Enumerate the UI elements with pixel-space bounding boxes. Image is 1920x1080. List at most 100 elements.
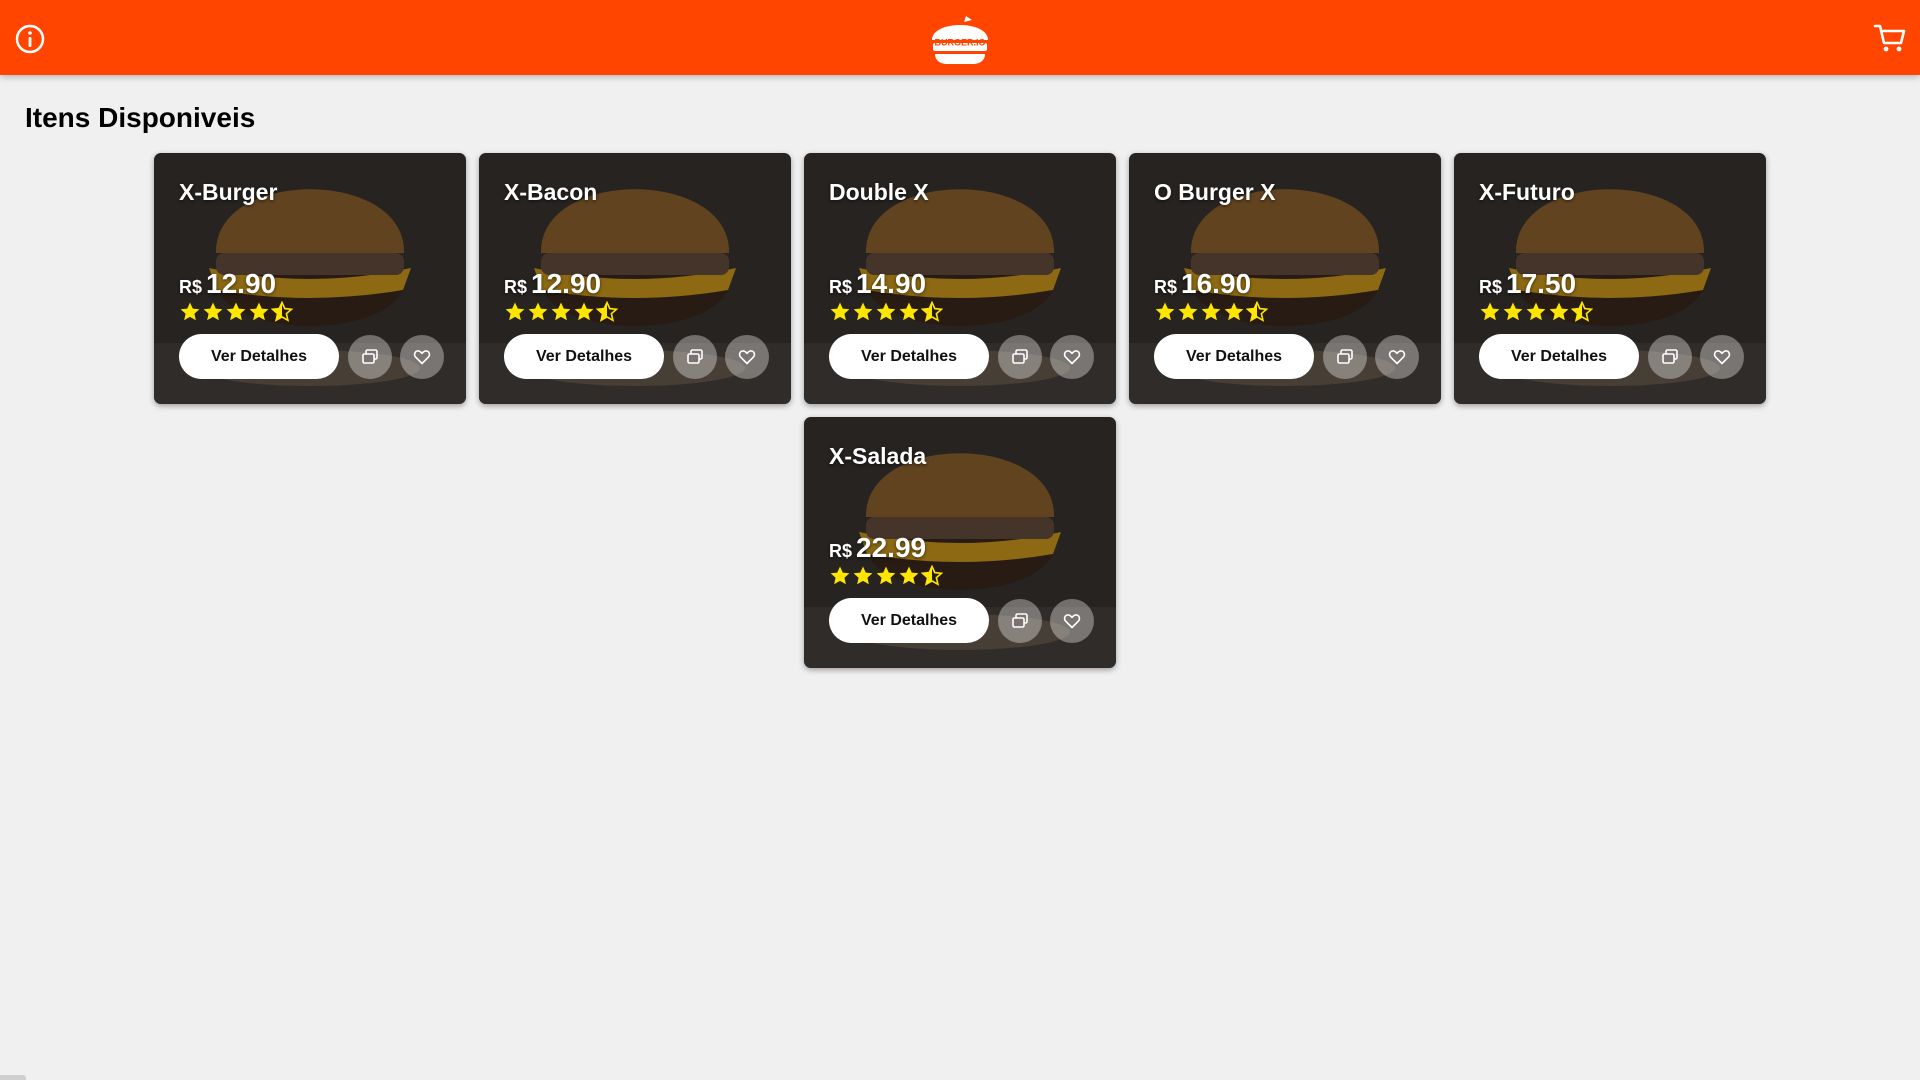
- top-bar: BURGER.IO: [0, 0, 1920, 75]
- compare-button[interactable]: [1648, 335, 1692, 379]
- favorite-button[interactable]: [1700, 335, 1744, 379]
- view-details-button[interactable]: Ver Detalhes: [1154, 334, 1314, 379]
- star-half-icon: [271, 301, 293, 322]
- star-full-icon: [226, 302, 246, 321]
- price-amount: 22.99: [856, 532, 927, 563]
- compare-button[interactable]: [348, 335, 392, 379]
- heart-icon: [413, 350, 431, 365]
- favorite-button[interactable]: [1050, 599, 1094, 643]
- svg-text:BURGER.IO: BURGER.IO: [934, 38, 985, 48]
- product-name: X-Salada: [829, 443, 927, 469]
- product-card[interactable]: O Burger X R$ 16.90 Ver Detalhes: [1129, 153, 1441, 404]
- product-price: R$ 16.90: [1154, 268, 1251, 300]
- star-full-icon: [1549, 302, 1569, 321]
- compare-button[interactable]: [998, 599, 1042, 643]
- rating-stars: [179, 301, 293, 323]
- compare-button[interactable]: [998, 335, 1042, 379]
- product-card[interactable]: X-Burger R$ 12.90 Ver Detalhes: [154, 153, 466, 404]
- product-name: O Burger X: [1154, 179, 1276, 205]
- info-icon: [15, 24, 45, 54]
- product-name: Double X: [829, 179, 929, 205]
- star-half-icon: [1571, 301, 1593, 322]
- rating-stars: [504, 301, 618, 323]
- product-price: R$ 22.99: [829, 532, 926, 564]
- favorite-button[interactable]: [400, 335, 444, 379]
- price-amount: 17.50: [1506, 268, 1577, 299]
- star-full-icon: [853, 302, 873, 321]
- compare-icon: [1662, 349, 1678, 364]
- view-details-button[interactable]: Ver Detalhes: [829, 598, 989, 643]
- heart-icon: [738, 350, 756, 365]
- product-card[interactable]: Double X R$ 14.90 Ver Detalhes: [804, 153, 1116, 404]
- product-grid: X-Burger R$ 12.90 Ver Detalhes X-Bacon R$ 12.9…: [154, 153, 1766, 668]
- heart-icon: [1713, 350, 1731, 365]
- compare-icon: [1012, 349, 1028, 364]
- rating-stars: [829, 301, 943, 323]
- price-amount: 14.90: [856, 268, 927, 299]
- favorite-button[interactable]: [725, 335, 769, 379]
- cart-icon: [1873, 24, 1906, 52]
- star-full-icon: [249, 302, 269, 321]
- price-amount: 16.90: [1181, 268, 1252, 299]
- compare-icon: [1012, 613, 1028, 628]
- star-full-icon: [1503, 302, 1523, 321]
- star-half-icon: [596, 301, 618, 322]
- product-card[interactable]: X-Futuro R$ 17.50 Ver Detalhes: [1454, 153, 1766, 404]
- product-card[interactable]: X-Bacon R$ 12.90 Ver Detalhes: [479, 153, 791, 404]
- product-name: X-Burger: [179, 179, 278, 205]
- star-full-icon: [180, 302, 200, 321]
- product-card[interactable]: X-Salada R$ 22.99 Ver Detalhes: [804, 417, 1116, 668]
- star-full-icon: [899, 302, 919, 321]
- product-name: X-Futuro: [1479, 179, 1575, 205]
- scrollbar-thumb[interactable]: [0, 1075, 26, 1080]
- star-full-icon: [899, 566, 919, 585]
- view-details-button[interactable]: Ver Detalhes: [504, 334, 664, 379]
- rating-stars: [1479, 301, 1593, 323]
- star-full-icon: [1201, 302, 1221, 321]
- favorite-button[interactable]: [1375, 335, 1419, 379]
- product-price: R$ 17.50: [1479, 268, 1576, 300]
- compare-button[interactable]: [1323, 335, 1367, 379]
- star-full-icon: [1526, 302, 1546, 321]
- brand-logo[interactable]: BURGER.IO: [926, 10, 994, 66]
- star-full-icon: [1480, 302, 1500, 321]
- product-price: R$ 14.90: [829, 268, 926, 300]
- favorite-button[interactable]: [1050, 335, 1094, 379]
- star-half-icon: [921, 565, 943, 586]
- price-currency: R$: [1154, 277, 1178, 297]
- compare-icon: [1337, 349, 1353, 364]
- compare-icon: [687, 349, 703, 364]
- page-title: Itens Disponiveis: [25, 102, 256, 133]
- view-details-button[interactable]: Ver Detalhes: [1479, 334, 1639, 379]
- product-price: R$ 12.90: [504, 268, 601, 300]
- star-half-icon: [921, 301, 943, 322]
- price-amount: 12.90: [206, 268, 277, 299]
- star-full-icon: [1178, 302, 1198, 321]
- price-amount: 12.90: [531, 268, 602, 299]
- price-currency: R$: [829, 541, 853, 561]
- star-full-icon: [203, 302, 223, 321]
- product-price: R$ 12.90: [179, 268, 276, 300]
- cart-button[interactable]: [1872, 20, 1908, 56]
- star-full-icon: [574, 302, 594, 321]
- star-half-icon: [1246, 301, 1268, 322]
- heart-icon: [1063, 614, 1081, 629]
- view-details-button[interactable]: Ver Detalhes: [179, 334, 339, 379]
- compare-icon: [362, 349, 378, 364]
- heart-icon: [1063, 350, 1081, 365]
- price-currency: R$: [504, 277, 528, 297]
- star-full-icon: [528, 302, 548, 321]
- view-details-button[interactable]: Ver Detalhes: [829, 334, 989, 379]
- star-full-icon: [1155, 302, 1175, 321]
- price-currency: R$: [1479, 277, 1503, 297]
- info-button[interactable]: [13, 22, 47, 56]
- compare-button[interactable]: [673, 335, 717, 379]
- heart-icon: [1388, 350, 1406, 365]
- star-full-icon: [830, 566, 850, 585]
- star-full-icon: [876, 566, 896, 585]
- rating-stars: [1154, 301, 1268, 323]
- rating-stars: [829, 565, 943, 587]
- star-full-icon: [876, 302, 896, 321]
- star-full-icon: [853, 566, 873, 585]
- star-full-icon: [551, 302, 571, 321]
